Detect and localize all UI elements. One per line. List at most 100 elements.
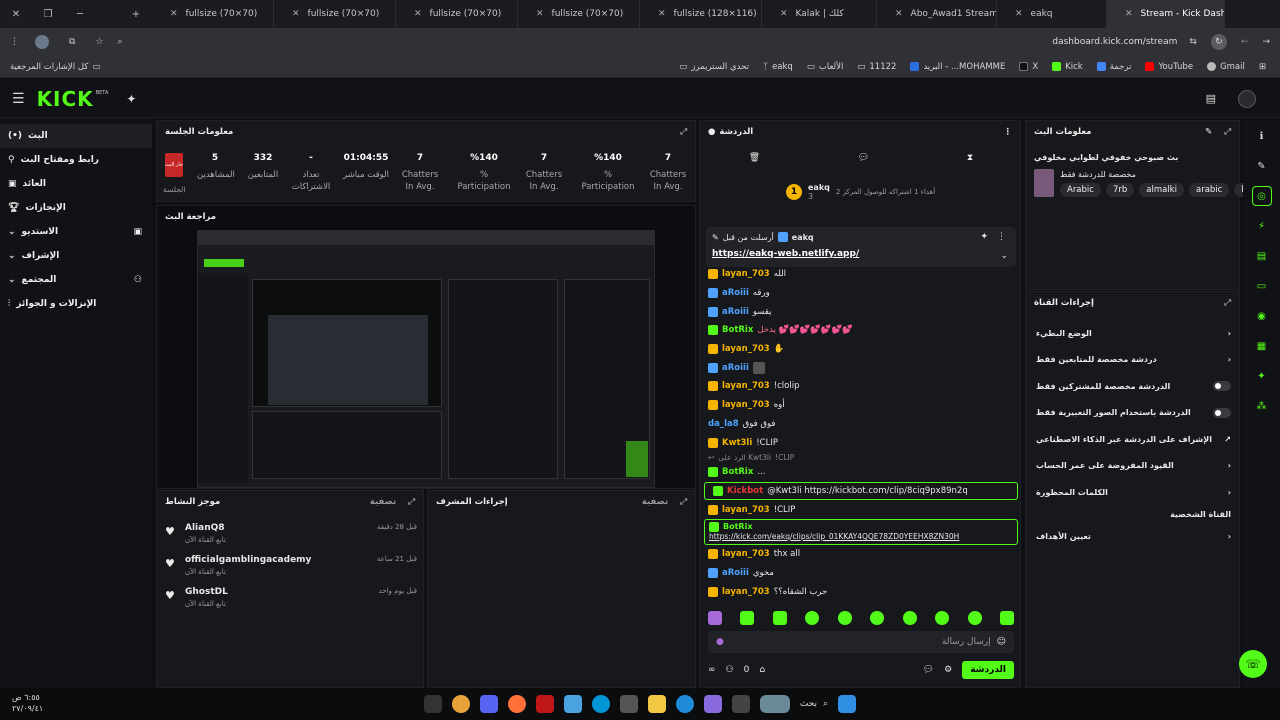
chat-username[interactable]: Kwt3li bbox=[722, 438, 752, 448]
unpin-icon[interactable]: ✦ bbox=[980, 232, 988, 242]
bookmark-item[interactable]: YouTube bbox=[1145, 62, 1193, 72]
site-settings-icon[interactable]: ⇆ bbox=[1189, 37, 1197, 47]
chat-username[interactable]: da_la8 bbox=[708, 419, 739, 429]
chat-username[interactable]: BotRix bbox=[722, 467, 753, 477]
close-tab-icon[interactable]: ✕ bbox=[1015, 9, 1023, 19]
browser-tab[interactable]: ✕ eakq bbox=[997, 0, 1107, 28]
sidebar-item-stream[interactable]: (•) البث bbox=[0, 124, 152, 148]
bookmark-item[interactable]: ▭ الألعاب bbox=[807, 62, 844, 72]
sidebar-item-achievements[interactable]: 🏆︎ الإنجازات bbox=[0, 196, 152, 220]
emote-icon[interactable] bbox=[870, 611, 885, 625]
broadcast-icon[interactable]: ◉ bbox=[1252, 306, 1272, 326]
windows-start-icon[interactable] bbox=[838, 695, 857, 713]
calendar-icon[interactable]: ▦ bbox=[1252, 336, 1272, 356]
close-tab-icon[interactable]: ✕ bbox=[1125, 9, 1133, 19]
sidebar-item-studio[interactable]: ⌄ الاستديو ▣ bbox=[0, 220, 152, 244]
subscribers-only-toggle[interactable] bbox=[1213, 381, 1231, 392]
infinity-icon[interactable]: ∞ bbox=[708, 665, 716, 675]
discord-icon[interactable] bbox=[479, 695, 498, 713]
emote-icon[interactable] bbox=[805, 611, 820, 625]
emote-icon[interactable] bbox=[967, 611, 982, 625]
activity-username[interactable]: officialgamblingacademy bbox=[185, 555, 311, 565]
chat-username[interactable]: aRoiii bbox=[722, 307, 749, 317]
close-tab-icon[interactable]: ✕ bbox=[658, 9, 666, 19]
hourglass-icon[interactable]: ⧗ bbox=[967, 153, 973, 163]
raid-icon[interactable]: ⁂ bbox=[1252, 396, 1272, 416]
chrome-icon[interactable] bbox=[451, 695, 470, 713]
forward-icon[interactable]: → bbox=[1262, 37, 1270, 47]
chat-username[interactable]: BotRix bbox=[723, 522, 752, 531]
emote-icon[interactable] bbox=[902, 611, 917, 625]
theater-mode-icon[interactable]: ▤ bbox=[1206, 92, 1216, 105]
bookmark-item[interactable]: ▭ تحدي الستريمرز bbox=[679, 62, 749, 72]
chat-username[interactable]: aRoiii bbox=[722, 568, 749, 578]
taskbar-app-icon[interactable] bbox=[563, 695, 582, 713]
chat-username[interactable]: BotRix bbox=[722, 325, 753, 335]
profile-icon[interactable] bbox=[35, 35, 49, 49]
copilot-icon[interactable] bbox=[703, 695, 722, 713]
gear-icon[interactable]: ⚙ bbox=[944, 665, 952, 675]
restore-window-icon[interactable]: ❐ bbox=[32, 9, 64, 20]
task-view-icon[interactable] bbox=[731, 695, 750, 713]
pinned-options-icon[interactable]: ⋮ bbox=[997, 232, 1006, 242]
chevron-down-icon[interactable]: ⌄ bbox=[1000, 251, 1008, 261]
chat-username[interactable]: Kickbot bbox=[727, 486, 763, 496]
emote-icon[interactable] bbox=[999, 611, 1014, 625]
reload-icon[interactable]: ↻ bbox=[1210, 34, 1227, 50]
gift-icon[interactable]: ⌂ bbox=[759, 665, 765, 675]
emote-icon[interactable] bbox=[837, 611, 852, 625]
ai-moderation-row[interactable]: الإشراف على الدردشة عبر الذكاء الاصطناعي… bbox=[1026, 426, 1241, 453]
expand-icon[interactable]: ⤢ bbox=[680, 127, 687, 137]
expand-icon[interactable]: ⤢ bbox=[1224, 298, 1231, 308]
emote-icon[interactable] bbox=[740, 611, 755, 625]
close-tab-icon[interactable]: ✕ bbox=[414, 9, 422, 19]
emoji-icon[interactable]: ☺ bbox=[997, 637, 1006, 647]
chat-icon[interactable]: ▭ bbox=[1252, 276, 1272, 296]
lightning-icon[interactable]: ⚡︎ bbox=[1252, 216, 1272, 236]
close-tab-icon[interactable]: ✕ bbox=[895, 9, 903, 19]
tag[interactable]: Arabic bbox=[1060, 183, 1101, 197]
store-icon[interactable] bbox=[619, 695, 638, 713]
chat-username[interactable]: layan_703 bbox=[722, 344, 770, 354]
sidebar-item-moderation[interactable]: ⌄ الإشراف bbox=[0, 244, 152, 268]
taskbar-app-icon[interactable] bbox=[423, 695, 442, 713]
chat-settings-icon[interactable]: 💬︎ bbox=[923, 665, 934, 675]
sidebar-item-community[interactable]: ⌄ المجتمع ⚇ bbox=[0, 268, 152, 292]
pinned-link[interactable]: https://eakq-web.netlify.app/ bbox=[712, 249, 859, 259]
taskbar-search[interactable]: بحث ⌕ bbox=[800, 699, 828, 709]
avatar[interactable] bbox=[1238, 89, 1256, 108]
camera-icon[interactable]: ◎ bbox=[1251, 186, 1272, 206]
mic-icon[interactable]: ● bbox=[716, 637, 724, 647]
account-age-row[interactable]: القيود المفروضة على عمر الحساب › bbox=[1026, 453, 1241, 480]
browser-tab[interactable]: ✕ Abo_Awad1 Stream bbox=[877, 0, 997, 28]
close-tab-icon[interactable]: ✕ bbox=[292, 9, 300, 19]
category-thumbnail[interactable] bbox=[1034, 169, 1054, 197]
extensions-icon[interactable]: ⧉ bbox=[69, 37, 75, 47]
tag[interactable]: almalki bbox=[1139, 183, 1184, 197]
browser-tab-active[interactable]: ✕ Stream - Kick Dashb bbox=[1107, 0, 1225, 28]
hamburger-menu-icon[interactable]: ☰ bbox=[12, 91, 25, 107]
emote-icon[interactable] bbox=[708, 611, 722, 625]
zoom-icon[interactable]: ⌕ bbox=[118, 37, 123, 47]
browser-tab[interactable]: ✕ fullsize (70×70) bbox=[274, 0, 396, 28]
bookmark-item[interactable]: ▭ 11122 bbox=[857, 62, 896, 72]
supporter-username[interactable]: eakq bbox=[808, 183, 830, 192]
info-icon[interactable]: ℹ bbox=[1252, 126, 1272, 146]
bookmark-item[interactable]: X bbox=[1019, 62, 1038, 72]
send-chat-button[interactable]: الدردشة bbox=[962, 661, 1014, 679]
more-options-icon[interactable]: ⋮ bbox=[1004, 127, 1013, 137]
mcafee-icon[interactable] bbox=[535, 695, 554, 713]
people-icon[interactable]: ⚇ bbox=[726, 665, 734, 675]
hp-icon[interactable] bbox=[591, 695, 610, 713]
bookmark-star-icon[interactable]: ☆ bbox=[95, 37, 103, 47]
edge-icon[interactable] bbox=[675, 695, 694, 713]
close-tab-icon[interactable]: ✕ bbox=[780, 9, 788, 19]
tag[interactable]: arabic bbox=[1188, 183, 1230, 197]
bookmark-item[interactable]: ترجمة bbox=[1096, 62, 1131, 72]
activity-username[interactable]: AlianQ8 bbox=[185, 523, 225, 533]
close-tab-icon[interactable]: ✕ bbox=[536, 9, 544, 19]
activity-username[interactable]: GhostDL bbox=[185, 587, 228, 597]
category-name[interactable]: مخصصة للدردشة فقط bbox=[1060, 170, 1136, 179]
chat-username[interactable]: layan_703 bbox=[722, 549, 770, 559]
emote-icon[interactable] bbox=[772, 611, 787, 625]
